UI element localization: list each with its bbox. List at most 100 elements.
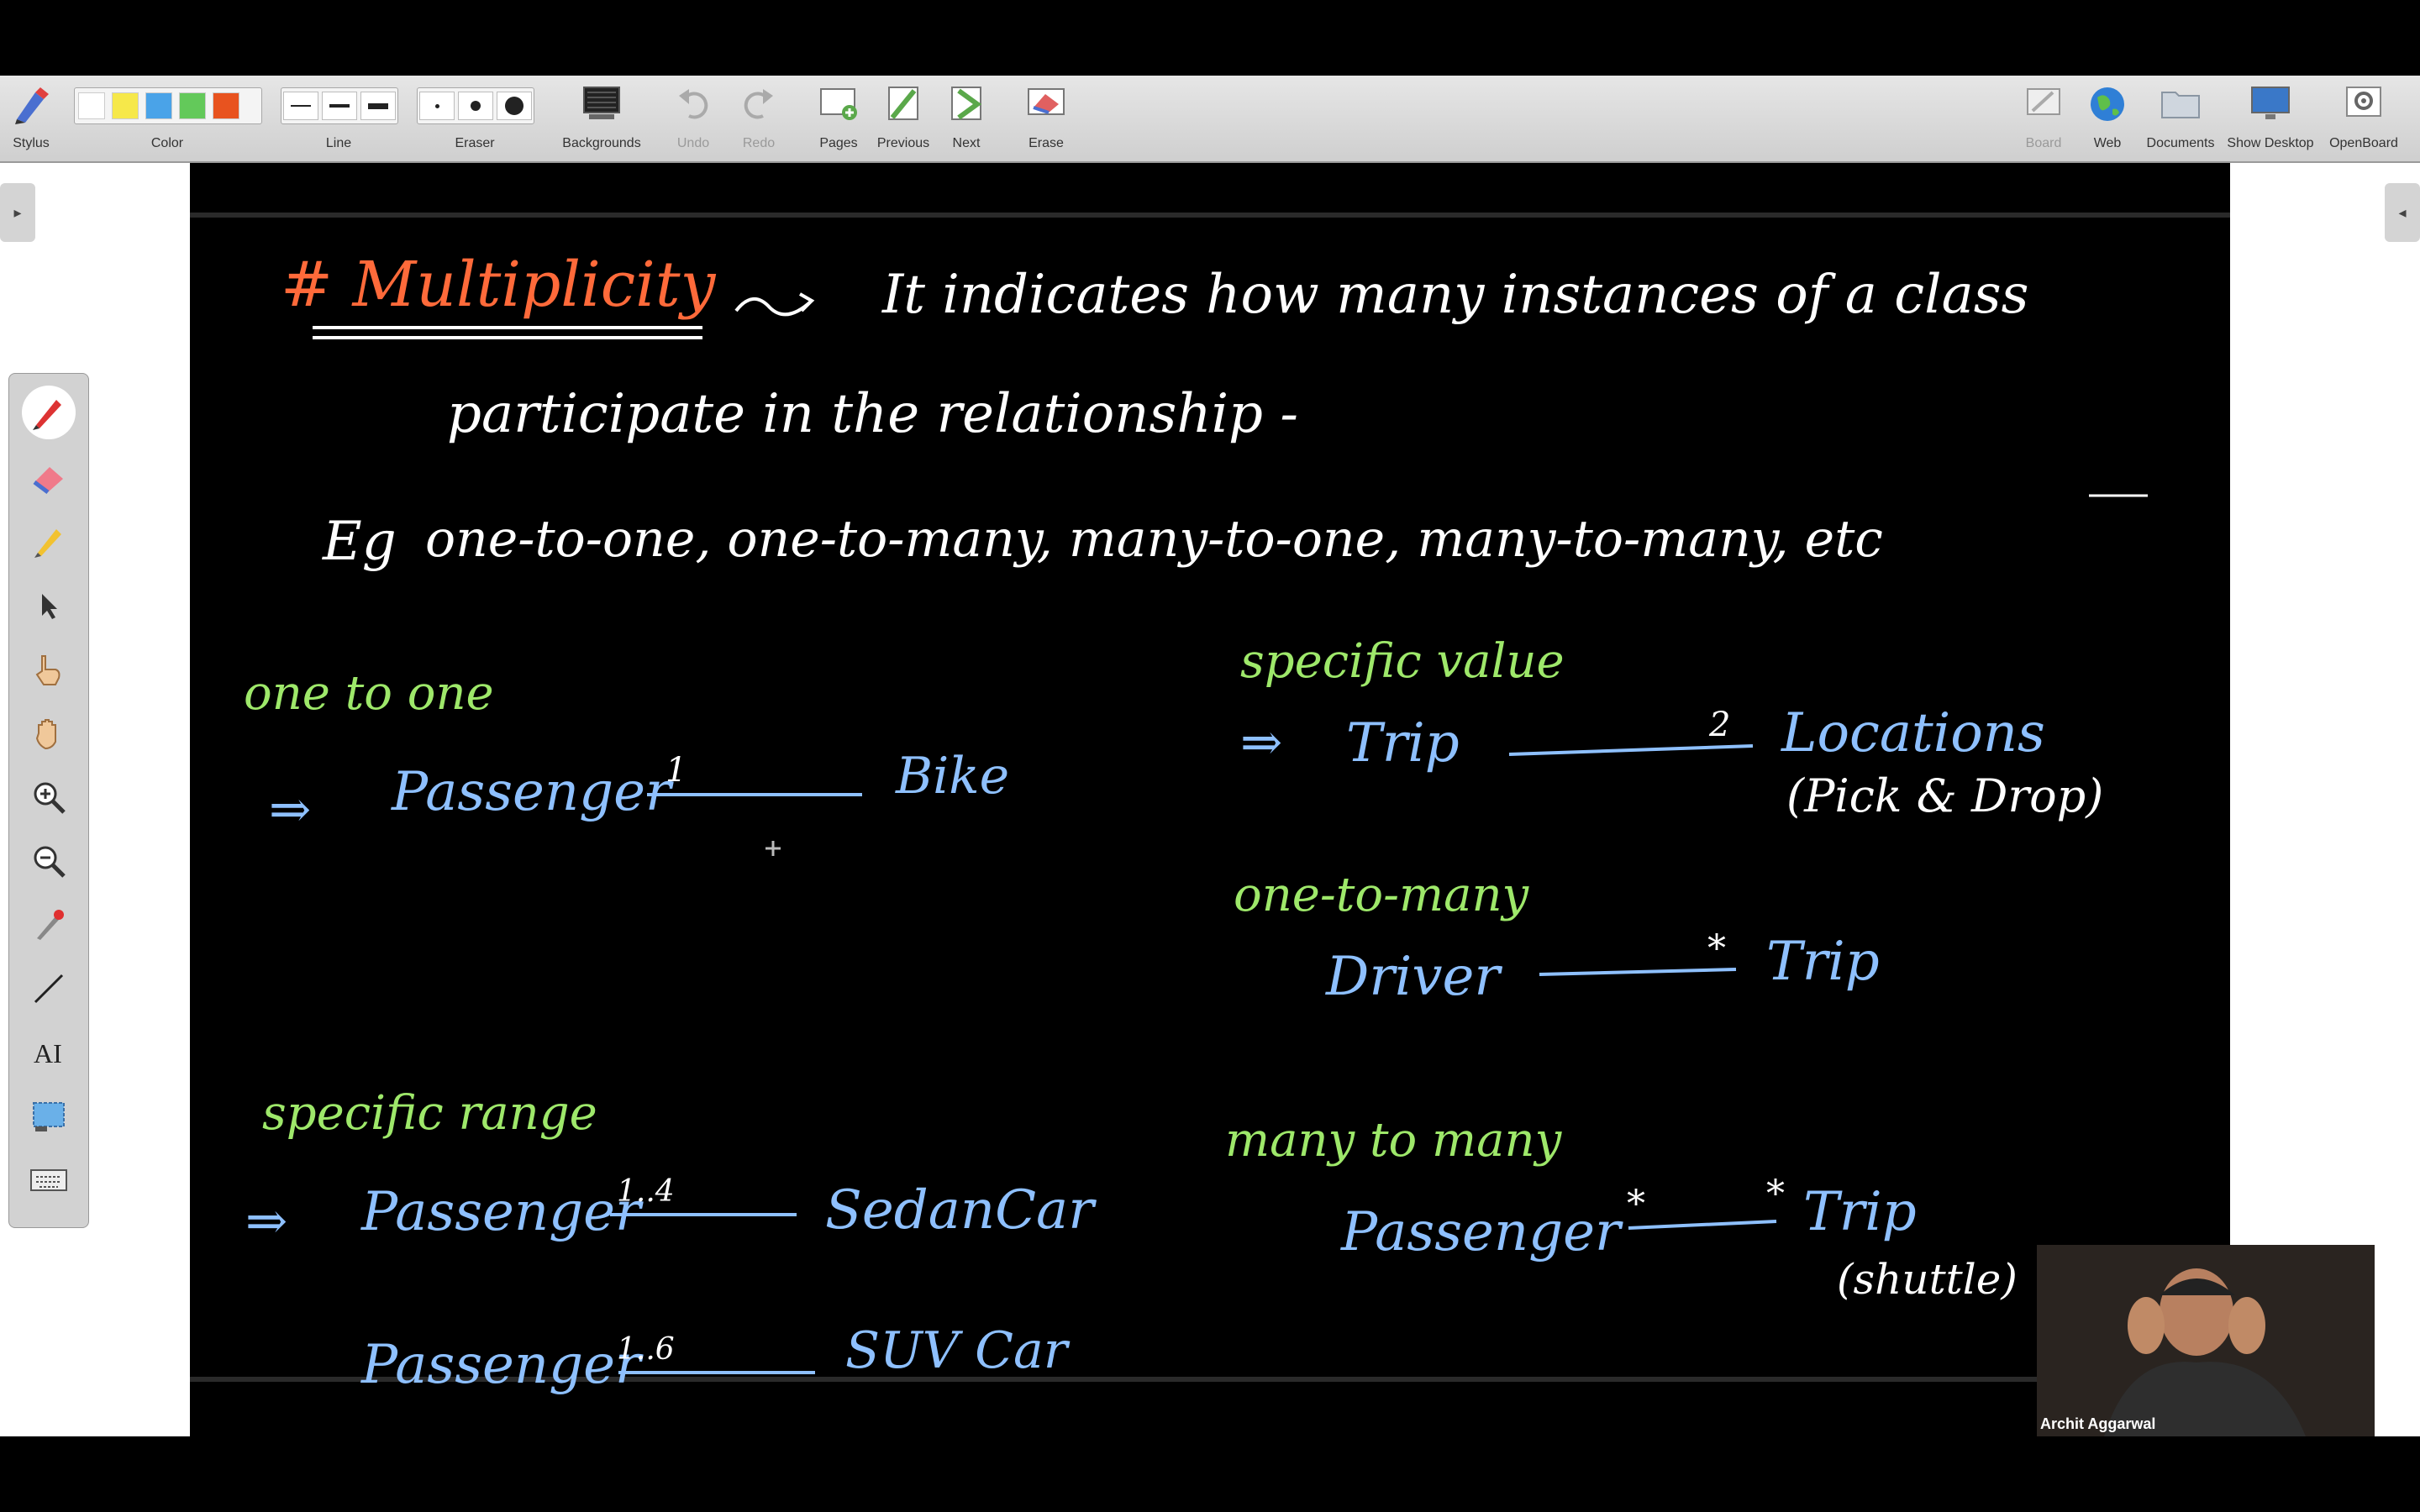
- many-to-many-mult-left: *: [1627, 1183, 1645, 1226]
- one-to-many-right: Trip: [1766, 931, 1880, 993]
- add-page-icon: [820, 88, 857, 120]
- text-icon: AI: [34, 1038, 62, 1068]
- eraser-label: Eraser: [455, 136, 495, 150]
- pointing-hand-icon: [35, 655, 60, 685]
- specific-value-arrow: ⇒: [1240, 713, 1282, 772]
- range-row2-left: Passenger: [360, 1334, 644, 1396]
- line-label: Line: [325, 136, 352, 150]
- line-icon: [34, 974, 64, 1004]
- definition-line-1: It indicates how many instances of a cla…: [881, 264, 2028, 326]
- one-to-many-line: [1539, 968, 1737, 976]
- many-to-many-right: Trip: [1803, 1181, 1917, 1243]
- right-panel-toggle[interactable]: ◂: [2385, 183, 2420, 242]
- undo-icon: [679, 89, 708, 119]
- eraser-pen-tool[interactable]: [22, 451, 76, 505]
- erase-button[interactable]: Erase: [1020, 76, 1072, 161]
- openboard-label: OpenBoard: [2329, 136, 2398, 150]
- capture-icon: [33, 1102, 65, 1131]
- eraser-tool: Eraser: [417, 76, 533, 161]
- line-draw-tool[interactable]: [22, 962, 76, 1016]
- presenter-video-icon: [2037, 1245, 2375, 1436]
- laser-pointer-tool[interactable]: [22, 898, 76, 952]
- backgrounds-label: Backgrounds: [562, 136, 641, 150]
- stylus-tool[interactable]: Stylus: [5, 76, 57, 161]
- top-black-bar: [0, 0, 2420, 76]
- text-tool[interactable]: AI: [22, 1026, 76, 1079]
- pages-button[interactable]: Pages: [812, 76, 865, 161]
- hand-icon: [35, 719, 56, 750]
- range-row1-mult: 1..4: [617, 1174, 675, 1209]
- definition-line-2: participate in the relationship -: [447, 383, 1298, 445]
- color-label: Color: [150, 136, 184, 150]
- undo-button[interactable]: Undo: [671, 76, 716, 161]
- specific-value-left: Trip: [1346, 712, 1460, 774]
- hand-tool[interactable]: [22, 706, 76, 760]
- specific-value-mult: 2: [1708, 706, 1730, 744]
- whiteboard-canvas[interactable]: # Multiplicity It indicates how many ins…: [190, 163, 2230, 1436]
- board-mode-button[interactable]: Board: [2020, 76, 2067, 161]
- eg-label: Eg: [322, 511, 397, 573]
- range-row1-right: SedanCar: [825, 1179, 1097, 1242]
- web-button[interactable]: Web: [2084, 76, 2131, 161]
- specific-range-title: specific range: [262, 1086, 597, 1141]
- specific-value-right: Locations: [1781, 702, 2045, 764]
- previous-page-button[interactable]: Previous: [874, 76, 933, 161]
- redo-label: Redo: [742, 136, 776, 150]
- desktop-icon: [2251, 87, 2290, 119]
- backgrounds-button[interactable]: Backgrounds: [560, 76, 644, 161]
- left-panel-toggle[interactable]: ▸: [0, 183, 35, 242]
- eraser-icon: [33, 467, 63, 494]
- bottom-black-bar: [0, 1436, 2420, 1512]
- many-to-many-title: many to many: [1225, 1113, 1563, 1168]
- next-page-icon: [951, 87, 982, 120]
- zoom-out-tool[interactable]: [22, 834, 76, 888]
- highlighter-tool[interactable]: [22, 515, 76, 569]
- one-to-one-arrow: ⇒: [269, 780, 311, 839]
- documents-button[interactable]: Documents: [2143, 76, 2218, 161]
- many-to-many-left: Passenger: [1340, 1201, 1623, 1263]
- show-desktop-label: Show Desktop: [2227, 136, 2314, 150]
- pen-icon: [33, 400, 61, 430]
- openboard-menu-button[interactable]: OpenBoard: [2324, 76, 2403, 161]
- stylus-icon: [15, 87, 49, 124]
- range-row1-left: Passenger: [360, 1181, 644, 1243]
- specific-value-title: specific value: [1240, 634, 1565, 689]
- next-page-button[interactable]: Next: [939, 76, 993, 161]
- specific-value-line: [1508, 744, 1754, 756]
- svg-text:AI: AI: [34, 1038, 62, 1068]
- next-label: Next: [952, 136, 981, 150]
- board-drawing: # Multiplicity It indicates how many ins…: [190, 213, 2230, 1396]
- keyboard-icon: [30, 1169, 67, 1191]
- board-icon: [2027, 88, 2060, 115]
- one-to-one-right: Bike: [895, 747, 1009, 806]
- capture-tool[interactable]: [22, 1089, 76, 1143]
- web-label: Web: [2093, 136, 2122, 150]
- documents-label: Documents: [2146, 136, 2215, 150]
- specific-range-arrow: ⇒: [245, 1192, 287, 1251]
- range-row2-mult: 1..6: [617, 1332, 675, 1367]
- folder-icon: [2161, 92, 2200, 118]
- pen-tool[interactable]: [22, 386, 76, 439]
- one-to-many-mult: *: [1707, 927, 1726, 970]
- heading-text: # Multiplicity: [281, 249, 717, 321]
- zoom-out-icon: [34, 846, 66, 878]
- virtual-keyboard-tool[interactable]: [22, 1153, 76, 1207]
- highlighter-icon: [34, 529, 61, 558]
- redo-button[interactable]: Redo: [736, 76, 781, 161]
- interact-tool[interactable]: [22, 643, 76, 696]
- pointer-arrow-icon: [42, 594, 57, 619]
- crosshair-cursor-icon: [765, 841, 781, 856]
- one-to-one-mult: 1: [666, 751, 687, 790]
- range-row2-right: SUV Car: [845, 1321, 1071, 1380]
- erase-label: Erase: [1028, 136, 1064, 150]
- stylus-palette: AI: [8, 373, 89, 1228]
- zoom-in-tool[interactable]: [22, 770, 76, 824]
- many-to-many-note: (shuttle): [1837, 1255, 2018, 1304]
- one-to-one-left: Passenger: [391, 761, 674, 823]
- zoom-in-icon: [34, 782, 66, 814]
- globe-icon: [2091, 87, 2124, 121]
- one-to-many-title: one-to-many: [1234, 868, 1530, 922]
- selector-tool[interactable]: [22, 579, 76, 633]
- previous-label: Previous: [876, 136, 930, 150]
- show-desktop-button[interactable]: Show Desktop: [2227, 76, 2314, 161]
